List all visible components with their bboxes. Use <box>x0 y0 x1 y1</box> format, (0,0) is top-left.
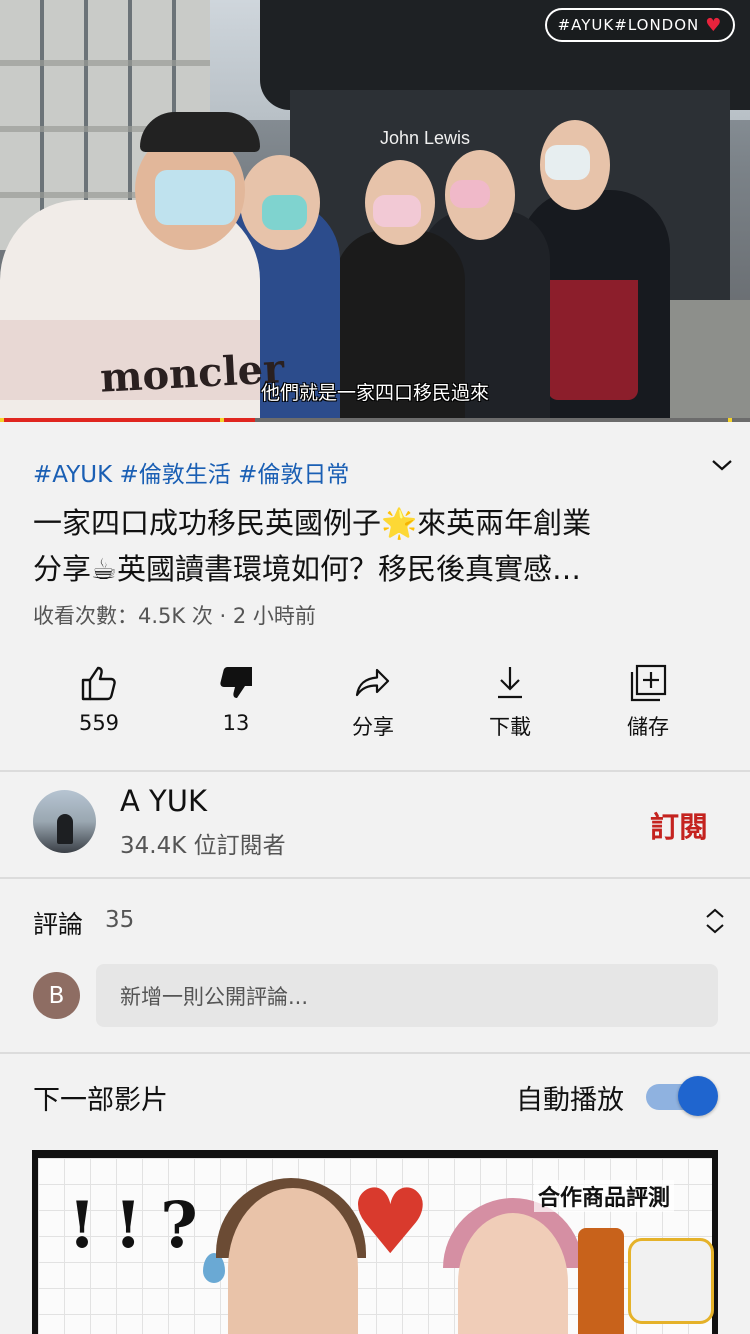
autoplay-toggle[interactable] <box>646 1076 718 1116</box>
thumbs-down-filled-icon <box>220 667 252 698</box>
subscriber-count: 34.4K 位訂閱者 <box>120 833 286 859</box>
toggle-knob <box>678 1076 718 1116</box>
video-title-line1: 一家四口成功移民英國例子🌟來英兩年創業 <box>33 506 592 540</box>
action-bar: 559 13 分享 下載 儲存 <box>0 655 750 755</box>
download-icon <box>498 667 522 699</box>
share-icon <box>355 668 390 697</box>
divider <box>0 1052 750 1054</box>
comments-count: 35 <box>105 907 135 933</box>
download-label: 下載 <box>489 715 531 739</box>
face-mask <box>450 180 490 208</box>
video-title-line2: 分享☕英國讀書環境如何？移民後真實感… <box>33 552 581 586</box>
thumbnail-marks: !!? <box>68 1188 216 1263</box>
progress-fill <box>0 418 255 422</box>
store-sign: John Lewis <box>380 128 471 148</box>
dislike-count: 13 <box>222 711 250 735</box>
view-count-meta: 收看次數：4.5K 次 · 2 小時前 <box>33 604 316 628</box>
comments-label[interactable]: 評論 <box>33 905 83 941</box>
like-button[interactable]: 559 <box>44 655 154 735</box>
heart-icon: ♥ <box>705 14 723 36</box>
dislike-button[interactable]: 13 <box>181 655 291 735</box>
thumbnail-caption: 合作商品評測 <box>534 1180 675 1212</box>
next-video-thumbnail[interactable]: !!? ♥ 合作商品評測 <box>32 1150 718 1334</box>
face-mask <box>545 145 590 180</box>
video-hashtags[interactable]: #AYUK #倫敦生活 #倫敦日常 <box>33 455 349 489</box>
face-mask <box>373 195 421 227</box>
video-title[interactable]: 一家四口成功移民英國例子🌟來英兩年創業 分享☕英國讀書環境如何？移民後真實感… <box>33 500 683 592</box>
face-mask <box>155 170 235 225</box>
chapter-marker <box>0 418 4 422</box>
autoplay-label: 自動播放 <box>516 1085 624 1116</box>
serum-bottle <box>578 1228 624 1334</box>
share-label: 分享 <box>352 715 394 739</box>
user-avatar[interactable]: B <box>33 972 80 1019</box>
share-button[interactable]: 分享 <box>318 655 428 741</box>
video-player[interactable]: John Lewis moncler #AYUK#LONDON ♥ 他們就是一家… <box>0 0 750 422</box>
like-count: 559 <box>78 711 120 735</box>
channel-row[interactable]: A YUK 34.4K 位訂閱者 訂閱 <box>0 772 750 877</box>
cream-jar <box>628 1238 714 1324</box>
thumbnail-person-1 <box>228 1188 358 1334</box>
chevron-down-icon[interactable] <box>708 455 736 475</box>
comment-input[interactable]: 新增一則公開評論... <box>96 964 718 1027</box>
video-subtitle: 他們就是一家四口移民過來 <box>260 382 489 404</box>
comment-placeholder: 新增一則公開評論... <box>120 984 309 1009</box>
up-next-label: 下一部影片 <box>33 1085 168 1116</box>
chapter-marker <box>220 418 224 422</box>
save-button[interactable]: 儲存 <box>593 655 703 741</box>
divider <box>0 877 750 879</box>
overlay-tag-text: #AYUK#LONDON <box>557 16 700 34</box>
channel-name[interactable]: A YUK <box>120 784 207 818</box>
thumbnail-background: !!? ♥ 合作商品評測 <box>38 1158 714 1334</box>
subscribe-button[interactable]: 訂閱 <box>650 804 708 846</box>
expand-collapse-icon[interactable] <box>703 906 727 936</box>
face-mask <box>262 195 307 230</box>
thumbs-up-icon <box>81 666 116 701</box>
heart-icon: ♥ <box>350 1170 431 1275</box>
cap <box>140 112 260 152</box>
video-overlay-tag: #AYUK#LONDON ♥ <box>545 8 735 42</box>
chapter-marker <box>728 418 732 422</box>
download-button[interactable]: 下載 <box>455 655 565 741</box>
channel-avatar[interactable] <box>33 790 96 853</box>
progress-bar[interactable] <box>0 418 750 422</box>
add-to-playlist-icon <box>630 664 667 702</box>
save-label: 儲存 <box>627 715 669 739</box>
